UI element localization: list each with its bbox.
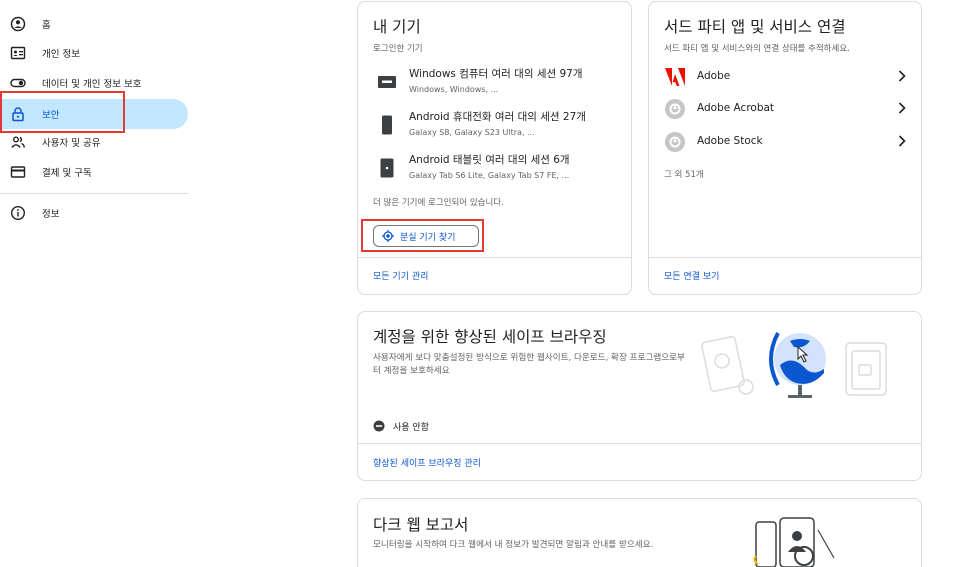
third-party-card-divider (649, 257, 921, 258)
chevron-right-icon (895, 68, 909, 84)
safe-browsing-title: 계정을 위한 향상된 세이프 브라우징 (373, 328, 607, 346)
sidebar-nav: 홈 개인 정보 데이터 및 개인 정보 보호 보안 사용자 및 공유 결제 및 … (0, 0, 200, 567)
find-lost-device-label: 분실 기기 찾기 (400, 232, 456, 243)
sidebar-divider (0, 193, 188, 194)
find-lost-device-button[interactable]: 분실 기기 찾기 (373, 225, 479, 247)
app-row-adobe[interactable]: Adobe (664, 64, 909, 90)
safe-browsing-illustration (701, 332, 887, 398)
sidebar-item-data-privacy[interactable]: 데이터 및 개인 정보 보호 (0, 68, 188, 98)
safe-browsing-divider (358, 443, 921, 444)
chevron-right-icon (895, 133, 909, 149)
dark-web-title: 다크 웹 보고서 (373, 516, 469, 534)
account-circle-icon (10, 16, 26, 32)
lock-icon (10, 106, 26, 122)
toggle-icon (10, 75, 26, 91)
app-row-adobe-stock[interactable]: Adobe Stock (664, 129, 909, 155)
device-subtitle: Galaxy S8, Galaxy S23 Ultra, ... (409, 128, 535, 137)
device-title: Android 태블릿 여러 대의 세션 6개 (409, 154, 570, 166)
sidebar-item-label: 정보 (42, 209, 60, 220)
device-row-android-phone[interactable]: Android 휴대전화 여러 대의 세션 27개 Galaxy S8, Gal… (373, 109, 623, 147)
app-label: Adobe Stock (697, 135, 763, 147)
locate-icon (382, 230, 394, 242)
acrobat-icon (664, 98, 686, 120)
sidebar-item-payments[interactable]: 결제 및 구독 (0, 157, 188, 187)
dark-web-description: 모니터링을 시작하여 다크 웹에서 내 정보가 발견되면 알림과 안내를 받으세… (373, 540, 654, 550)
sidebar-item-label: 결제 및 구독 (42, 168, 92, 179)
sidebar-item-label: 개인 정보 (42, 49, 80, 60)
devices-card-title: 내 기기 (373, 18, 421, 36)
credit-card-icon (10, 164, 26, 180)
dark-web-illustration (753, 517, 835, 567)
sidebar-item-home[interactable]: 홈 (0, 9, 188, 39)
third-party-more-text: 그 외 51개 (664, 170, 704, 180)
manage-all-devices-link[interactable]: 모든 기기 관리 (373, 269, 428, 282)
third-party-card-subtitle: 서드 파티 앱 및 서비스와의 연결 상태를 추적하세요. (664, 44, 850, 54)
devices-card-subtitle: 로그인한 기기 (373, 44, 423, 54)
sidebar-item-people-sharing[interactable]: 사용자 및 공유 (0, 127, 188, 157)
app-label: Adobe (697, 70, 731, 82)
app-row-adobe-acrobat[interactable]: Adobe Acrobat (664, 96, 909, 122)
info-icon (10, 205, 26, 221)
manage-safe-browsing-link[interactable]: 향상된 세이프 브라우징 관리 (373, 456, 481, 469)
disabled-icon (373, 420, 385, 432)
device-title: Windows 컴퓨터 여러 대의 세션 97개 (409, 68, 583, 80)
sidebar-item-label: 보안 (42, 110, 60, 121)
device-title: Android 휴대전화 여러 대의 세션 27개 (409, 111, 586, 123)
third-party-card-title: 서드 파티 앱 및 서비스 연결 (664, 18, 846, 36)
safe-browsing-status-label: 사용 안함 (393, 422, 429, 433)
people-icon (10, 134, 26, 150)
sidebar-item-personal-info[interactable]: 개인 정보 (0, 38, 188, 68)
devices-more-text: 더 많은 기기에 로그인되어 있습니다. (373, 198, 504, 208)
stock-icon (664, 131, 686, 153)
safe-browsing-description: 사용자에게 보다 맞춤설정된 방식으로 위험한 웹사이트, 다운로드, 확장 프… (373, 353, 685, 376)
tablet-icon (377, 156, 397, 180)
sidebar-item-about[interactable]: 정보 (0, 198, 188, 228)
device-subtitle: Galaxy Tab S6 Lite, Galaxy Tab S7 FE, ..… (409, 171, 570, 180)
devices-card-divider (358, 257, 631, 258)
adobe-logo-icon (664, 66, 686, 88)
computer-icon (377, 70, 397, 94)
sidebar-item-label: 데이터 및 개인 정보 보호 (42, 79, 142, 90)
phone-icon (377, 113, 397, 137)
app-label: Adobe Acrobat (697, 102, 775, 114)
sidebar-item-label: 사용자 및 공유 (42, 138, 101, 149)
sidebar-item-security[interactable]: 보안 (0, 99, 188, 129)
id-card-icon (10, 45, 26, 61)
view-all-connections-link[interactable]: 모든 연결 보기 (664, 269, 719, 282)
device-row-windows[interactable]: Windows 컴퓨터 여러 대의 세션 97개 Windows, Window… (373, 66, 623, 104)
device-subtitle: Windows, Windows, ... (409, 85, 499, 94)
sidebar-item-label: 홈 (42, 20, 51, 31)
safe-browsing-status: 사용 안함 (373, 418, 429, 434)
chevron-right-icon (895, 100, 909, 116)
device-row-android-tablet[interactable]: Android 태블릿 여러 대의 세션 6개 Galaxy Tab S6 Li… (373, 152, 623, 190)
